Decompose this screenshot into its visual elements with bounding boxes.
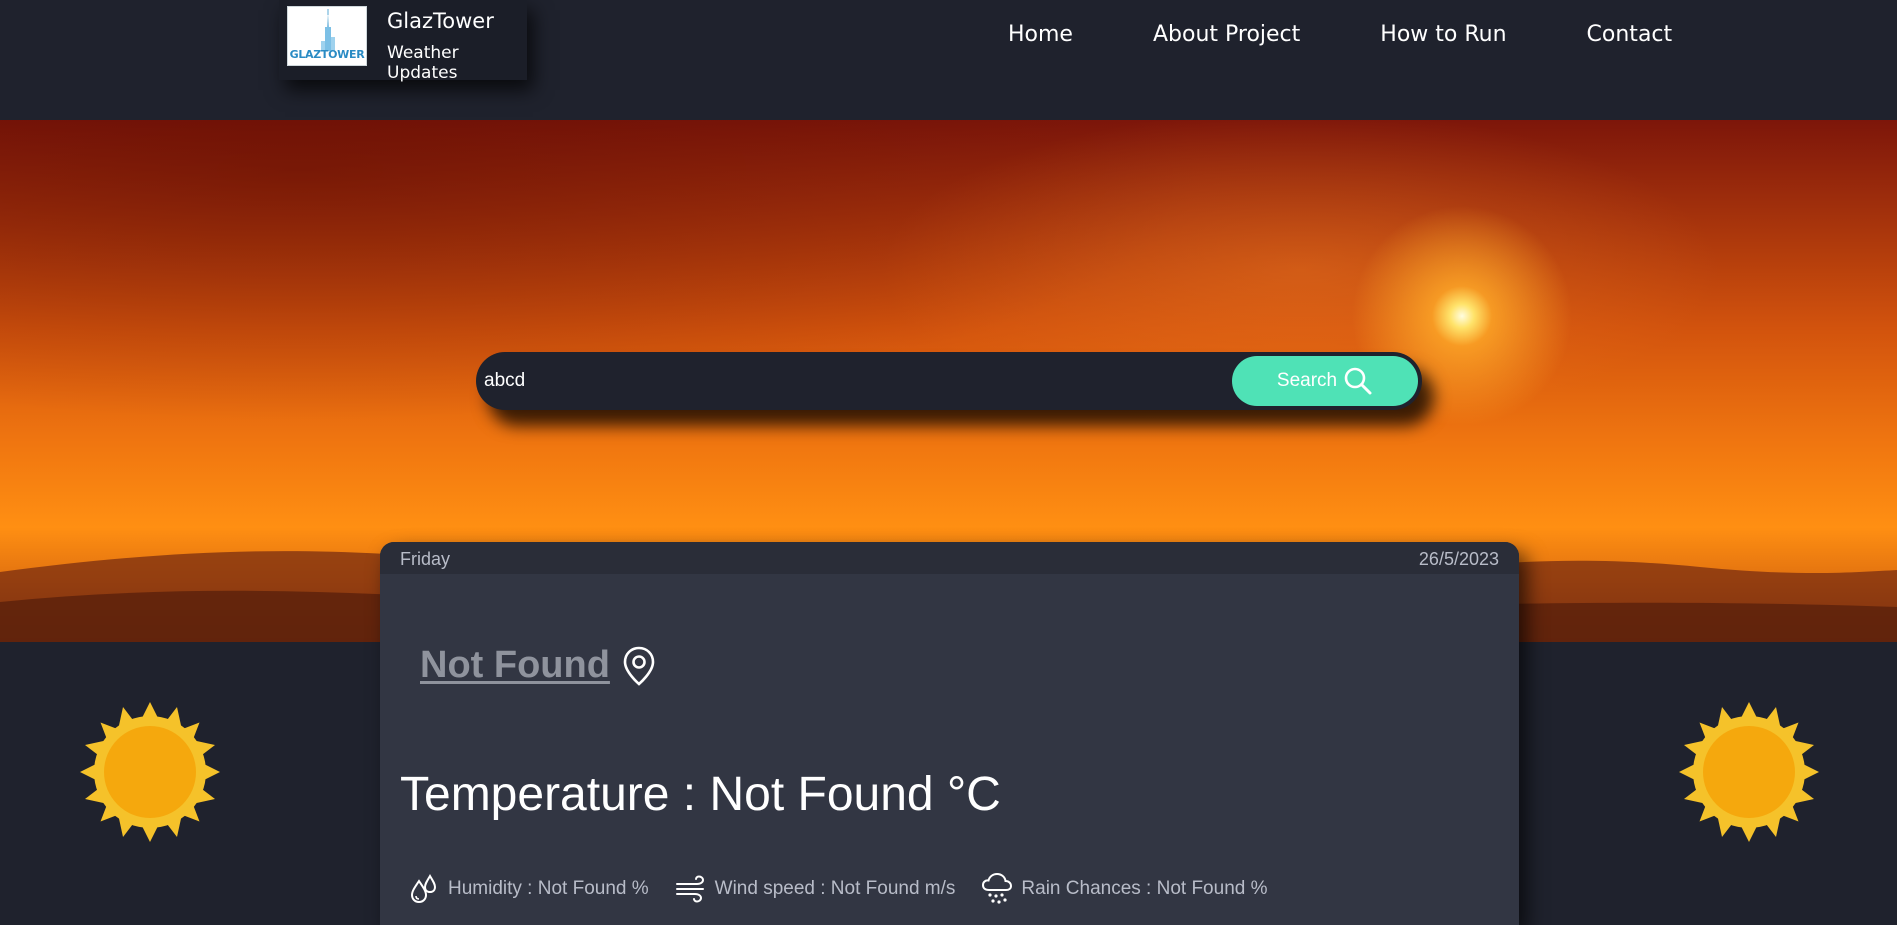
- brand-title: GlazTower: [387, 9, 494, 33]
- nav-menu: Home About Project How to Run Contact: [1008, 22, 1752, 47]
- wind-stat: Wind speed : Not Found m/s: [675, 875, 956, 903]
- weather-page: GLAZTOWER GlazTower Weather Updates Home…: [0, 0, 1897, 925]
- nav-contact-link[interactable]: Contact: [1587, 22, 1673, 47]
- brand[interactable]: GLAZTOWER GlazTower Weather Updates: [279, 0, 527, 83]
- rain-label: Rain Chances : Not Found %: [1021, 878, 1268, 899]
- location: Not Found: [420, 644, 656, 687]
- navbar: GLAZTOWER GlazTower Weather Updates Home…: [0, 0, 1897, 120]
- wind-label: Wind speed : Not Found m/s: [714, 878, 956, 899]
- nav-home-link[interactable]: Home: [1008, 22, 1073, 47]
- card-header: Friday 26/5/2023: [380, 542, 1519, 574]
- weather-card: Friday 26/5/2023 Not Found Temperature :…: [380, 542, 1519, 925]
- search-button-label: Search: [1276, 370, 1338, 391]
- temperature: Temperature : Not Found °C: [400, 768, 1001, 821]
- search-button[interactable]: Search: [1232, 356, 1418, 406]
- search-bar: Search: [476, 352, 1422, 410]
- sun-icon: [80, 702, 220, 842]
- brand-logo: GLAZTOWER: [287, 6, 367, 66]
- search-input[interactable]: [484, 361, 1184, 401]
- humidity-icon: [410, 874, 437, 904]
- search-icon: [1344, 367, 1372, 395]
- brand-subtitle: Weather Updates: [387, 43, 459, 83]
- humidity-stat: Humidity : Not Found %: [408, 873, 649, 905]
- humidity-label: Humidity : Not Found %: [448, 878, 649, 899]
- logo-text: GLAZTOWER: [289, 48, 365, 61]
- nav-how-to-run-link[interactable]: How to Run: [1380, 22, 1506, 47]
- nav-about-link[interactable]: About Project: [1153, 22, 1300, 47]
- rain-cloud-icon: [982, 872, 1013, 904]
- date-label: 26/5/2023: [1418, 549, 1499, 569]
- sun-icon: [1679, 702, 1819, 842]
- day-label: Friday: [400, 549, 451, 569]
- wind-icon: [675, 875, 704, 903]
- weather-stats: Humidity : Not Found % Wind speed : Not …: [408, 872, 1294, 906]
- map-pin-icon: [623, 646, 655, 686]
- location-name[interactable]: Not Found: [420, 644, 610, 687]
- rain-stat: Rain Chances : Not Found %: [981, 872, 1268, 906]
